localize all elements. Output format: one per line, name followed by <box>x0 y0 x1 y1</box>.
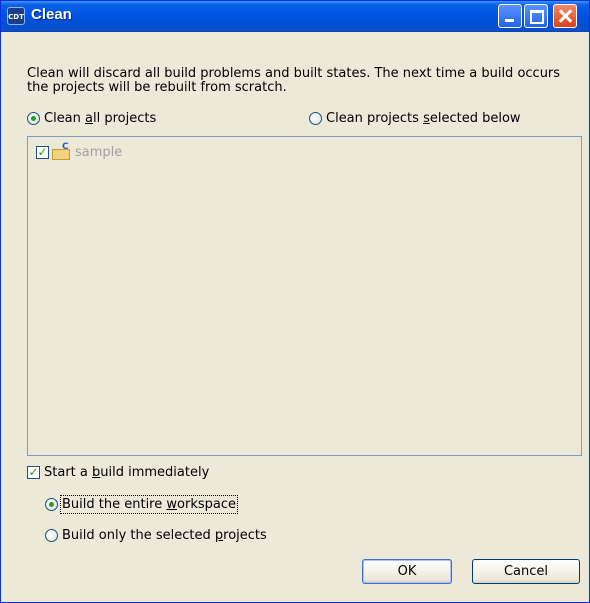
project-name: sample <box>75 145 123 160</box>
title-bar[interactable]: CDT Clean <box>1 1 589 32</box>
clean-dialog: CDT Clean Clean will discard all build p… <box>0 0 590 603</box>
clean-selected-projects-radio[interactable]: Clean projects selected below <box>309 111 521 126</box>
close-button[interactable] <box>553 4 577 28</box>
start-build-checkbox[interactable]: ✓ <box>27 466 40 479</box>
description-text: Clean will discard all build problems an… <box>27 66 561 95</box>
start-build-label: Start a build immediately <box>44 465 210 480</box>
radio-button-unselected[interactable] <box>45 529 58 542</box>
project-checkbox[interactable]: ✓ <box>36 146 49 159</box>
build-selected-projects-label: Build only the selected projects <box>62 528 267 543</box>
cancel-button[interactable]: Cancel <box>472 559 580 584</box>
radio-button-selected[interactable] <box>45 498 58 511</box>
radio-button-selected[interactable] <box>27 112 40 125</box>
ok-button[interactable]: OK <box>362 559 452 584</box>
clean-all-projects-label: Clean all projects <box>44 111 157 126</box>
build-entire-workspace-label: Build the entire workspace <box>60 495 238 514</box>
clean-selected-projects-label: Clean projects selected below <box>326 111 521 126</box>
minimize-button[interactable] <box>498 4 522 28</box>
project-list[interactable]: ✓ sample <box>27 136 582 456</box>
build-selected-projects-radio[interactable]: Build only the selected projects <box>45 528 267 543</box>
radio-button-unselected[interactable] <box>309 112 322 125</box>
start-build-checkbox-row[interactable]: ✓ Start a build immediately <box>27 465 209 480</box>
clean-all-projects-radio[interactable]: Clean all projects <box>27 111 156 126</box>
app-icon: CDT <box>7 7 25 25</box>
window-title: Clean <box>31 6 72 23</box>
maximize-button[interactable] <box>524 4 548 28</box>
c-project-folder-icon <box>52 142 72 160</box>
build-entire-workspace-radio[interactable]: Build the entire workspace <box>45 495 238 514</box>
project-item-sample[interactable]: ✓ sample <box>36 142 123 160</box>
